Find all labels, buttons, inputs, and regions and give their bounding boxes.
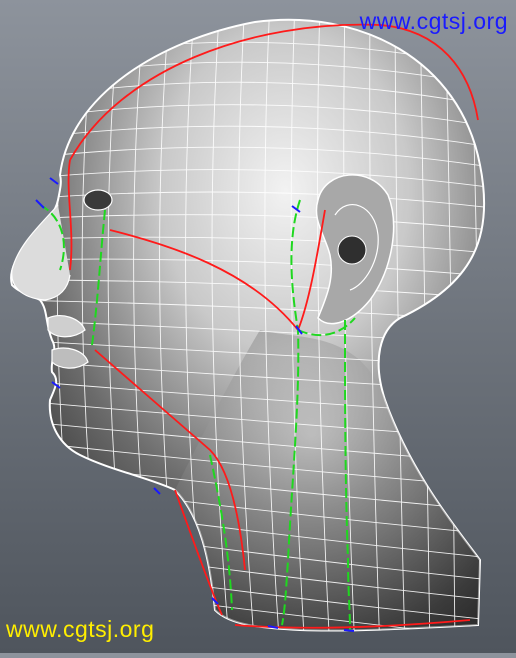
head-model-render xyxy=(10,18,486,632)
head-mesh xyxy=(10,18,486,632)
watermark-top: www.cgtsj.org xyxy=(359,8,508,34)
3d-viewport[interactable] xyxy=(0,0,516,653)
watermark-bottom: www.cgtsj.org xyxy=(6,616,155,642)
